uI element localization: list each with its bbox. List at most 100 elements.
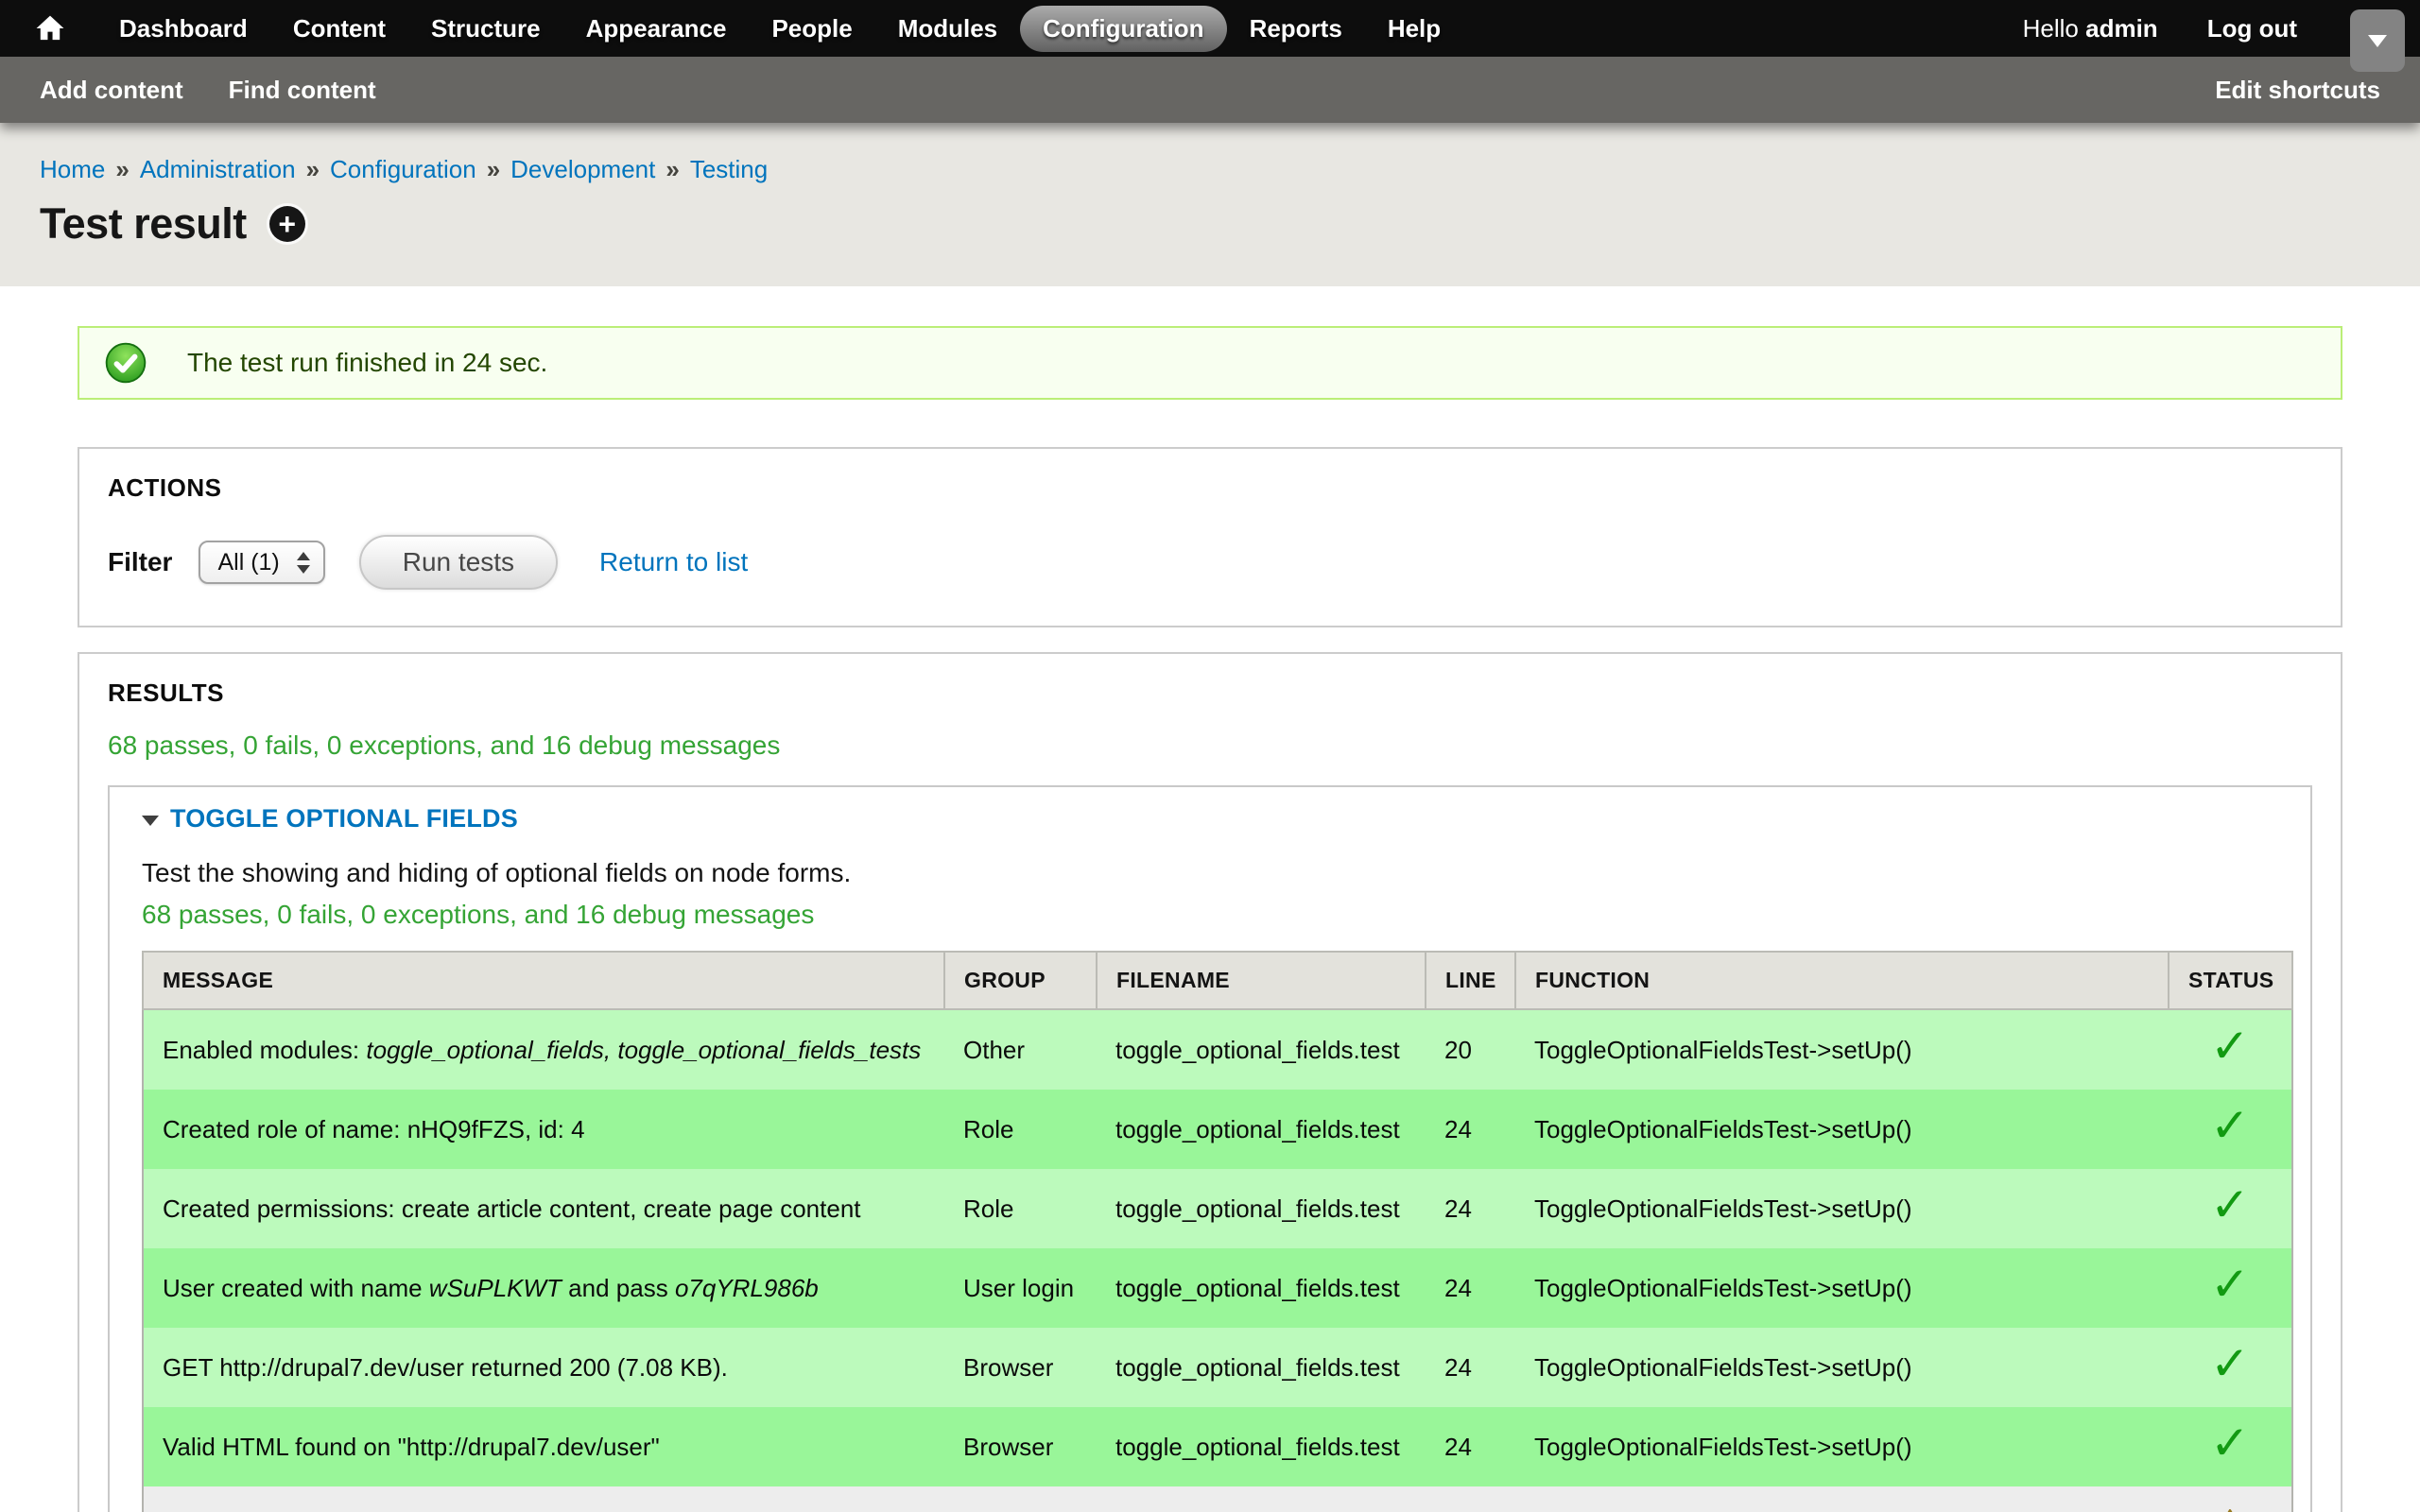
cell-line: 24 [1426,1248,1515,1328]
fieldset-legend-link[interactable]: TOGGLE OPTIONAL FIELDS [170,804,518,833]
nav-item-appearance[interactable]: Appearance [563,6,750,52]
results-table: MESSAGEGROUPFILENAMELINEFUNCTIONSTATUS E… [142,951,2293,1512]
message-italic-text: toggle_optional_fields, toggle_optional_… [366,1036,921,1064]
breadcrumb-link-testing[interactable]: Testing [690,155,768,183]
run-tests-button[interactable]: Run tests [359,535,558,590]
pass-check-icon: ✓ [2210,1177,2250,1232]
username: admin [2085,14,2158,43]
table-row: Valid HTML found on "http://drupal7.dev/… [143,1407,2292,1486]
filter-select[interactable]: All (1) [199,541,324,584]
cell-filename: toggle_optional_fields.test [1097,1407,1426,1486]
table-row: Enabled modules: toggle_optional_fields,… [143,1009,2292,1090]
toolbar-toggle-button[interactable] [2350,9,2405,72]
column-header-status: STATUS [2169,952,2292,1009]
column-header-function: FUNCTION [1515,952,2169,1009]
message-text: Enabled modules: [163,1036,366,1064]
return-to-list-link[interactable]: Return to list [599,547,748,577]
cell-group: Other [944,1009,1097,1090]
cell-filename: toggle_optional_fields.test [1097,1486,1426,1512]
cell-status: ✓ [2169,1248,2292,1328]
greeting-text: Hello admin [2023,14,2158,43]
cell-function: ToggleOptionalFieldsTest->setUp() [1515,1486,2169,1512]
cell-function: ToggleOptionalFieldsTest->setUp() [1515,1328,2169,1407]
pass-check-icon: ✓ [2210,1336,2250,1391]
breadcrumb-link-development[interactable]: Development [510,155,655,183]
status-message: The test run finished in 24 sec. [78,326,2342,400]
cell-filename: toggle_optional_fields.test [1097,1328,1426,1407]
table-row: Created permissions: create article cont… [143,1169,2292,1248]
cell-line: 24 [1426,1486,1515,1512]
actions-row: Filter All (1) Run tests Return to list [108,535,2312,590]
pass-check-icon: ✓ [2210,1098,2250,1153]
nav-item-dashboard[interactable]: Dashboard [96,6,270,52]
table-row: Verbose messageDebugtoggle_optional_fiel… [143,1486,2292,1512]
cell-group: Browser [944,1328,1097,1407]
cell-function: ToggleOptionalFieldsTest->setUp() [1515,1248,2169,1328]
edit-shortcuts-link[interactable]: Edit shortcuts [2215,76,2380,105]
admin-toolbar: DashboardContentStructureAppearancePeopl… [0,0,2420,57]
column-header-filename: FILENAME [1097,952,1426,1009]
message-text: Valid HTML found on "http://drupal7.dev/… [163,1433,660,1461]
page-header: Home » Administration » Configuration » Develo… [0,123,2420,286]
cell-line: 24 [1426,1407,1515,1486]
nav-item-help[interactable]: Help [1365,6,1463,52]
shortcut-link-add-content[interactable]: Add content [40,76,183,105]
main-content: The test run finished in 24 sec. ACTIONS… [0,286,2420,1512]
nav-item-structure[interactable]: Structure [408,6,563,52]
cell-status: ✓ [2169,1009,2292,1090]
title-row: Test result + [40,199,2380,249]
home-icon[interactable] [28,12,72,44]
home-icon-glyph [34,12,66,44]
table-row: User created with name wSuPLKWT and pass… [143,1248,2292,1328]
plus-circle-icon[interactable]: + [269,206,305,242]
cell-message: Valid HTML found on "http://drupal7.dev/… [143,1407,944,1486]
logout-link[interactable]: Log out [2207,14,2297,43]
nav-item-modules[interactable]: Modules [875,6,1020,52]
message-italic-text: o7qYRL986b [675,1274,819,1302]
cell-line: 24 [1426,1328,1515,1407]
breadcrumb-separator: » [306,155,320,183]
cell-group: Role [944,1090,1097,1169]
breadcrumb-link-home[interactable]: Home [40,155,105,183]
cell-filename: toggle_optional_fields.test [1097,1009,1426,1090]
page-title: Test result [40,199,247,249]
shortcut-items: Add content Find content [40,76,376,105]
message-text: Created permissions: create article cont… [163,1194,861,1223]
cell-function: ToggleOptionalFieldsTest->setUp() [1515,1009,2169,1090]
nav-item-people[interactable]: People [749,6,874,52]
cell-message: Enabled modules: toggle_optional_fields,… [143,1009,944,1090]
cell-function: ToggleOptionalFieldsTest->setUp() [1515,1090,2169,1169]
results-panel: RESULTS 68 passes, 0 fails, 0 exceptions… [78,652,2342,1512]
message-text: and pass [562,1274,675,1302]
triangle-down-icon [142,816,159,826]
cell-status [2169,1486,2292,1512]
table-row: Created role of name: nHQ9fFZS, id: 4Rol… [143,1090,2292,1169]
breadcrumb: Home » Administration » Configuration » Develo… [40,155,2380,184]
test-group-fieldset: TOGGLE OPTIONAL FIELDS Test the showing … [108,785,2312,1512]
pass-check-icon: ✓ [2210,1257,2250,1312]
cell-status: ✓ [2169,1169,2292,1248]
breadcrumb-link-administration[interactable]: Administration [140,155,296,183]
table-header-row: MESSAGEGROUPFILENAMELINEFUNCTIONSTATUS [143,952,2292,1009]
nav-item-reports[interactable]: Reports [1227,6,1365,52]
fieldset-description: Test the showing and hiding of optional … [142,858,2278,888]
fieldset-summary: 68 passes, 0 fails, 0 exceptions, and 16… [142,900,2278,930]
actions-heading: ACTIONS [108,473,2312,503]
breadcrumb-separator: » [487,155,500,183]
toolbar-nav: DashboardContentStructureAppearancePeopl… [96,6,1463,52]
breadcrumb-separator: » [115,155,129,183]
breadcrumb-link-configuration[interactable]: Configuration [330,155,476,183]
fieldset-legend-row: TOGGLE OPTIONAL FIELDS [142,804,2278,833]
message-text: GET http://drupal7.dev/user returned 200… [163,1353,728,1382]
message-text: User created with name [163,1274,429,1302]
nav-item-configuration[interactable]: Configuration [1020,6,1226,52]
pass-check-icon: ✓ [2210,1416,2250,1470]
table-row: GET http://drupal7.dev/user returned 200… [143,1328,2292,1407]
shortcut-link-find-content[interactable]: Find content [229,76,376,105]
column-header-message: MESSAGE [143,952,944,1009]
toolbar-account-area: Hello admin Log out [2023,14,2297,43]
message-italic-text: wSuPLKWT [429,1274,562,1302]
nav-item-content[interactable]: Content [270,6,408,52]
results-summary: 68 passes, 0 fails, 0 exceptions, and 16… [108,730,2312,761]
select-arrows-icon [297,552,310,574]
